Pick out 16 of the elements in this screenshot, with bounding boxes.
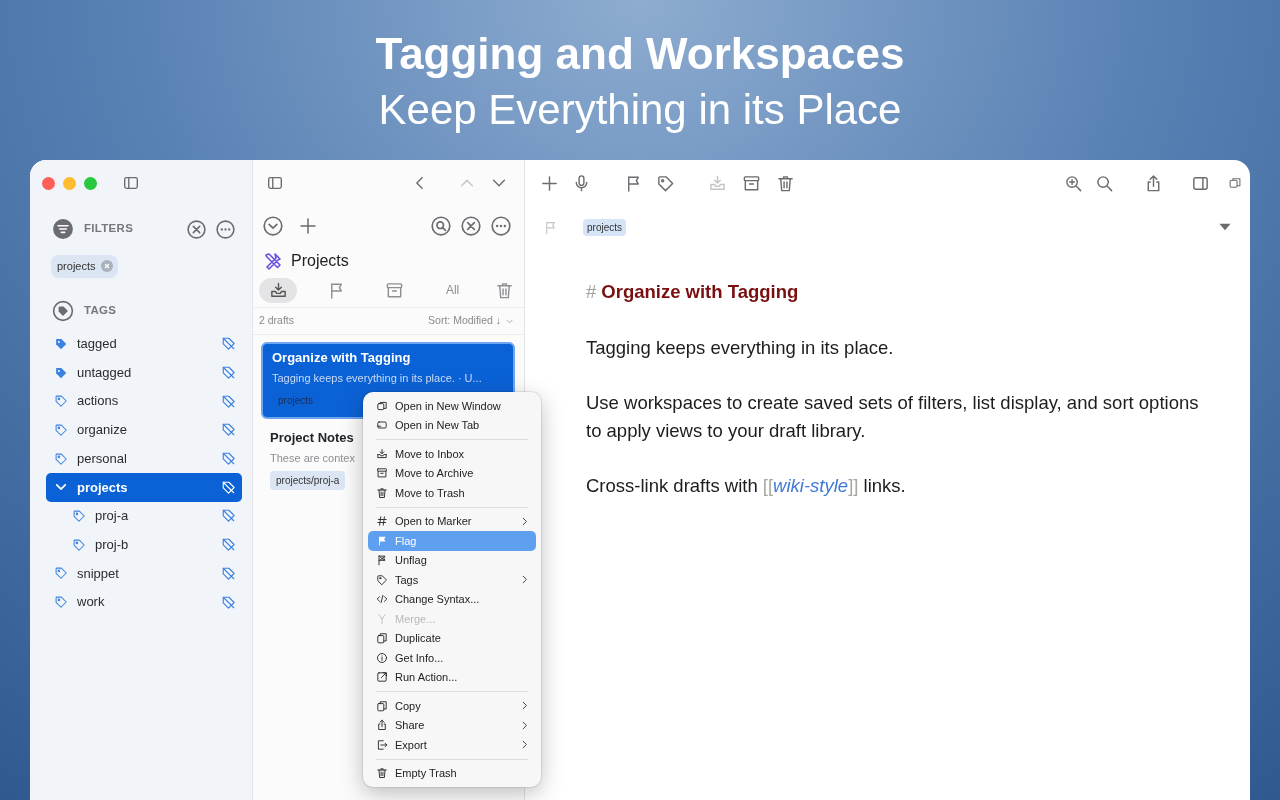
draft-preview: These are contex (270, 450, 355, 466)
subheadline: Keep Everything in its Place (378, 85, 902, 135)
paragraph: Use workspaces to create saved sets of filters, list display, and sort options to apply views to your draft library. (586, 391, 1200, 443)
section-label: FILTERS (84, 221, 134, 237)
paragraph: Tagging keeps everything in its place. (586, 336, 895, 360)
list-title: Projects (291, 251, 349, 271)
paragraph: Cross-link drafts with [[wiki-style]] links. (586, 474, 907, 498)
draft-preview: Tagging keeps everything in its place. · U... (272, 370, 482, 386)
draft-tag: projects/proj-a (270, 471, 346, 490)
section-label: TAGS (84, 302, 117, 318)
draft-count: 2 drafts (259, 313, 295, 329)
heading-marker: # (586, 280, 597, 304)
draft-title: Organize with Tagging (272, 349, 412, 367)
heading-text: Organize with Tagging (601, 280, 799, 304)
draft-title: Project Notes (270, 429, 355, 447)
headline: Tagging and Workspaces (375, 30, 905, 78)
